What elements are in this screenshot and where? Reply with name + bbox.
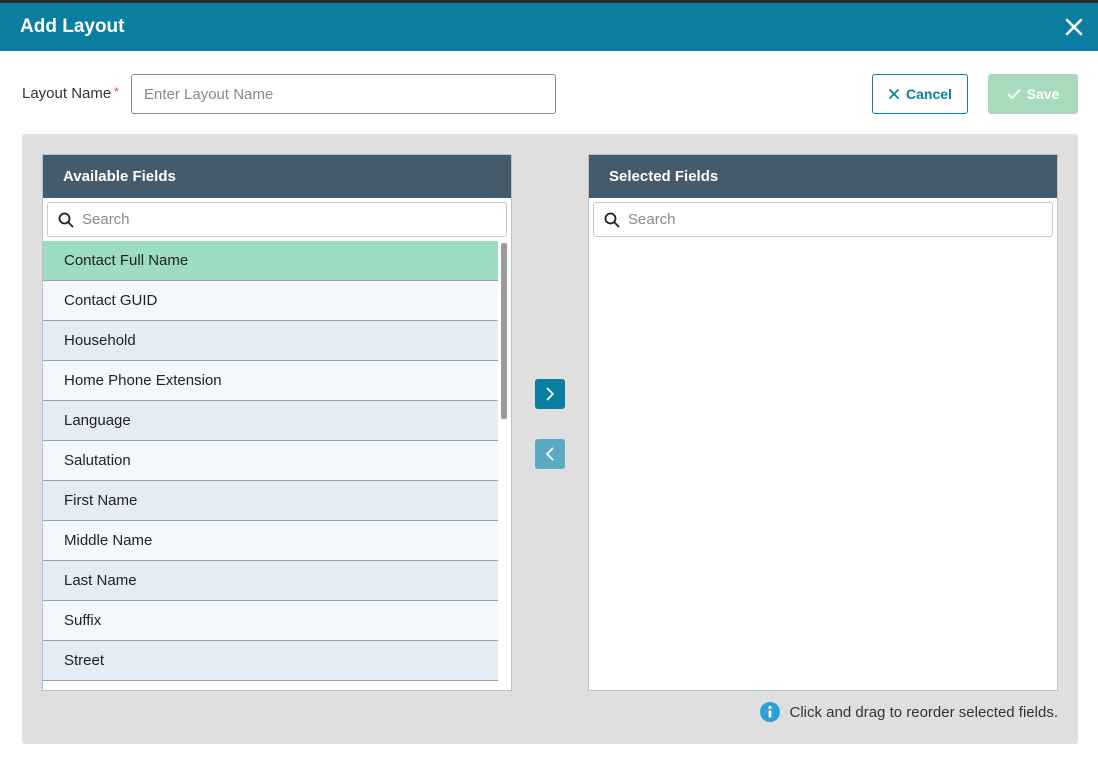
info-icon bbox=[759, 702, 780, 722]
list-item-label: Salutation bbox=[64, 452, 131, 469]
close-icon[interactable] bbox=[1062, 15, 1086, 39]
list-item[interactable]: First Name bbox=[43, 481, 498, 521]
list-item-label: Suffix bbox=[64, 612, 102, 629]
dialog-title: Add Layout bbox=[20, 16, 125, 37]
search-icon bbox=[604, 212, 620, 228]
layout-name-row: Layout Name* Cancel Save bbox=[0, 74, 1098, 114]
remove-field-button[interactable] bbox=[535, 439, 565, 469]
save-label: Save bbox=[1026, 86, 1060, 102]
available-list-scrollbar[interactable] bbox=[501, 243, 507, 419]
layout-name-input[interactable] bbox=[131, 74, 556, 114]
add-layout-dialog: Add Layout Layout Name* Cancel Save Avai… bbox=[0, 3, 1098, 766]
selected-fields-header: Selected Fields bbox=[589, 155, 1057, 198]
reorder-hint: Click and drag to reorder selected field… bbox=[759, 702, 1058, 722]
list-item-label: Household bbox=[64, 332, 136, 349]
selected-fields-list bbox=[589, 241, 1044, 690]
list-item-label: Home Phone Extension bbox=[64, 372, 222, 389]
selected-fields-panel: Selected Fields bbox=[588, 154, 1058, 691]
list-item[interactable]: Street bbox=[43, 641, 498, 681]
required-marker: * bbox=[114, 86, 119, 98]
list-item-label: Language bbox=[64, 412, 131, 429]
list-item-label: Contact GUID bbox=[64, 292, 158, 309]
search-icon bbox=[58, 212, 74, 228]
list-item-label: Street bbox=[64, 652, 105, 669]
layout-name-label: Layout Name * bbox=[22, 85, 119, 102]
field-picker: Available Fields Contact Full NameContac… bbox=[22, 134, 1078, 744]
available-fields-panel: Available Fields Contact Full NameContac… bbox=[42, 154, 512, 691]
list-item-label: Contact Full Name bbox=[64, 252, 189, 269]
chevron-right-icon bbox=[546, 387, 554, 401]
cancel-label: Cancel bbox=[906, 86, 952, 102]
available-fields-list: Contact Full Name Contact GUID Household Ho… bbox=[43, 241, 498, 690]
close-icon bbox=[889, 89, 899, 99]
list-item-label: Last Name bbox=[64, 572, 137, 589]
dialog-titlebar: Add Layout bbox=[0, 3, 1098, 51]
list-item[interactable]: Suffix bbox=[43, 601, 498, 641]
save-button[interactable]: Save bbox=[988, 74, 1078, 114]
list-item[interactable]: Middle Name bbox=[43, 521, 498, 561]
layout-name-label-text: Layout Name bbox=[22, 85, 112, 102]
cancel-button[interactable]: Cancel bbox=[872, 74, 968, 114]
list-item[interactable]: Home Phone Extension bbox=[43, 361, 498, 401]
list-item[interactable]: Last Name bbox=[43, 561, 498, 601]
list-item-label: Middle Name bbox=[64, 532, 153, 549]
available-search-box bbox=[47, 202, 507, 237]
selected-search-box bbox=[593, 202, 1053, 237]
chevron-left-icon bbox=[546, 447, 554, 461]
list-item[interactable]: Language bbox=[43, 401, 498, 441]
list-item[interactable]: Contact Full Name bbox=[43, 241, 498, 281]
selected-search-input[interactable] bbox=[628, 203, 1048, 236]
list-item-label: First Name bbox=[64, 492, 138, 509]
list-item[interactable]: Household bbox=[43, 321, 498, 361]
available-fields-header: Available Fields bbox=[43, 155, 511, 198]
available-search-input[interactable] bbox=[82, 203, 502, 236]
list-item[interactable]: Contact GUID bbox=[43, 281, 498, 321]
check-icon bbox=[1007, 89, 1021, 99]
reorder-hint-text: Click and drag to reorder selected field… bbox=[789, 703, 1058, 721]
add-field-button[interactable] bbox=[535, 379, 565, 409]
list-item[interactable]: Salutation bbox=[43, 441, 498, 481]
